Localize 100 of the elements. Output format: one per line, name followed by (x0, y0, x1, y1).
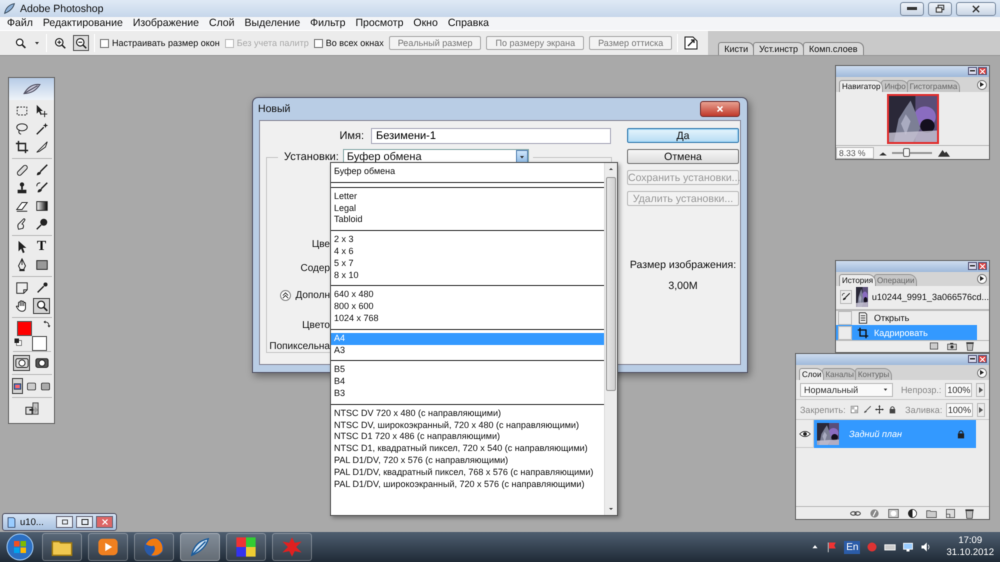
close-button[interactable] (978, 67, 987, 75)
list-option[interactable]: 800 x 600 (331, 301, 604, 313)
list-option[interactable]: Letter (331, 190, 604, 203)
list-option[interactable]: 2 x 3 (331, 234, 604, 246)
menu-item[interactable]: Справка (442, 17, 494, 30)
minimize-button[interactable] (968, 355, 977, 363)
start-button[interactable] (4, 532, 36, 562)
taskbar-button[interactable] (88, 533, 128, 561)
list-option[interactable]: B4 (331, 376, 604, 388)
minimize-button[interactable] (968, 262, 977, 270)
type-tool-button[interactable]: T (33, 239, 50, 255)
list-option[interactable]: PAL D1/DV, широкоэкранный, 720 x 576 (с направляющими) (331, 478, 604, 490)
panel-menu-button[interactable] (977, 368, 987, 378)
dialog-button[interactable]: Да (627, 128, 739, 143)
view-area-frame[interactable] (886, 94, 938, 144)
scrollbar[interactable] (604, 163, 617, 515)
menu-item[interactable]: Фильтр (305, 17, 350, 30)
history-step[interactable]: Открыть (836, 311, 977, 326)
jump-icon[interactable] (23, 401, 40, 417)
standard-mode-icon[interactable] (13, 355, 30, 371)
fill-arrow-button[interactable] (976, 402, 986, 416)
list-option[interactable]: NTSC D1, квадратный пиксел, 720 x 540 (с направляющими) (331, 443, 604, 455)
crop-icon[interactable] (13, 139, 30, 155)
palette-tab[interactable]: Уст.инстр (753, 42, 804, 55)
panel-menu-button[interactable] (977, 80, 987, 90)
menu-item[interactable]: Файл (2, 17, 38, 30)
palette-tab[interactable]: Кисти (718, 42, 754, 55)
caret-icon[interactable] (33, 39, 41, 47)
restore-button[interactable] (56, 516, 73, 528)
list-option[interactable]: 8 x 10 (331, 270, 604, 282)
fill-field[interactable]: 100% (946, 402, 973, 416)
minimized-window[interactable]: u10... (2, 513, 117, 531)
list-option[interactable]: PAL D1/DV, 720 x 576 (с направляющими) (331, 454, 604, 467)
taskbar-button[interactable] (226, 533, 266, 561)
slider-thumb[interactable] (903, 148, 910, 156)
new-document-icon[interactable] (929, 341, 939, 352)
zoom-icon[interactable] (33, 298, 50, 314)
panel-tab[interactable]: История (839, 274, 876, 286)
expand-button[interactable] (280, 290, 292, 300)
list-option[interactable]: B5 (331, 364, 604, 376)
screen-mode-icon[interactable] (12, 378, 23, 394)
folder-icon[interactable] (926, 508, 937, 518)
snapshot-name[interactable]: u10244_9991_3a066576cd... (872, 292, 989, 302)
quick-mask-icon[interactable] (33, 355, 50, 371)
restore-button[interactable] (928, 2, 952, 16)
default-colors-icon[interactable] (14, 338, 22, 346)
list-option[interactable]: Буфер обмена (331, 166, 604, 178)
close-button[interactable] (978, 262, 987, 270)
close-button[interactable] (956, 2, 996, 16)
panel-tab[interactable]: Навигатор (839, 80, 884, 92)
list-option[interactable]: 4 x 6 (331, 246, 604, 258)
toolbar-button[interactable]: Реальный размер (388, 36, 482, 50)
menu-item[interactable]: Изображение (128, 17, 204, 30)
document-icon[interactable] (683, 35, 700, 51)
language-indicator[interactable]: En (844, 540, 860, 554)
camera-icon[interactable] (947, 341, 957, 352)
panel-tab[interactable]: Слои (799, 368, 824, 380)
toolbar-button[interactable]: Размер оттиска (589, 36, 672, 50)
dialog-button[interactable]: Отмена (627, 149, 739, 164)
checkbox[interactable]: Во всех окнах (314, 38, 384, 48)
list-option[interactable]: 640 x 480 (331, 289, 604, 302)
flag-icon[interactable] (826, 541, 838, 553)
list-option[interactable]: Tabloid (331, 214, 604, 226)
menu-item[interactable]: Выделение (240, 17, 306, 30)
opacity-field[interactable]: 100% (945, 382, 972, 396)
style-icon[interactable] (869, 508, 880, 518)
trash-icon[interactable] (964, 508, 975, 518)
toolbar-button[interactable]: По размеру экрана (486, 36, 584, 50)
maximize-button[interactable] (76, 516, 93, 528)
menu-item[interactable]: Редактирование (38, 17, 128, 30)
trash-icon[interactable] (965, 341, 975, 352)
list-option[interactable]: B3 (331, 388, 604, 400)
mask-icon[interactable] (888, 508, 899, 518)
list-option[interactable]: 5 x 7 (331, 258, 604, 270)
panel-tab[interactable]: Контуры (854, 368, 892, 380)
zoom-out-icon[interactable] (73, 35, 89, 51)
taskbar-button[interactable] (180, 533, 220, 561)
lock-icon[interactable] (888, 404, 898, 415)
close-button[interactable] (700, 101, 740, 117)
minimize-button[interactable] (900, 2, 924, 16)
network-icon[interactable] (902, 541, 914, 553)
list-option[interactable]: Legal (331, 202, 604, 214)
zoom-in-icon[interactable] (52, 35, 68, 51)
checkerboard-icon[interactable] (850, 404, 858, 415)
history-brush-icon[interactable] (840, 290, 852, 304)
foreground-color-swatch[interactable] (16, 321, 32, 336)
speaker-icon[interactable] (920, 541, 932, 553)
new-layer-icon[interactable] (945, 508, 956, 518)
menu-item[interactable]: Окно (408, 17, 443, 30)
list-option[interactable]: 1024 x 768 (331, 312, 604, 325)
panel-menu-button[interactable] (977, 274, 987, 284)
close-button[interactable] (978, 355, 987, 363)
palette-tab[interactable]: Комп.слоев (803, 42, 864, 55)
name-field[interactable]: Безимени-1 (371, 128, 611, 144)
menu-item[interactable]: Слой (204, 17, 240, 30)
background-color-swatch[interactable] (32, 336, 46, 351)
menu-item[interactable]: Просмотр (350, 17, 408, 30)
zoom-field[interactable]: 8.33 % (836, 146, 874, 158)
list-option[interactable]: NTSC DV 720 x 480 (с направляющими) (331, 408, 604, 420)
taskbar-button[interactable] (42, 533, 82, 561)
